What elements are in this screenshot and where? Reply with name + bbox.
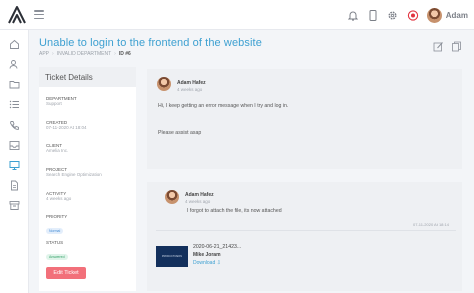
inbox-icon[interactable] [8, 139, 21, 152]
avatar [165, 190, 179, 204]
attachment-user: Mike Joram [193, 252, 221, 258]
tablet-icon[interactable] [367, 9, 379, 21]
menu-icon[interactable] [34, 10, 44, 19]
document-icon[interactable] [8, 179, 21, 192]
bell-icon[interactable] [347, 9, 359, 21]
monitor-icon[interactable] [8, 159, 21, 172]
field-department: DEPARTMENT Support [46, 96, 77, 107]
gear-icon[interactable] [387, 9, 399, 21]
message-author: Adam Hafez [177, 80, 206, 86]
users-icon[interactable] [8, 58, 21, 71]
avatar [157, 77, 171, 91]
field-activity: ACTIVITY 4 weeks ago [46, 191, 71, 202]
field-value: Amelia Inc. [46, 148, 69, 153]
status-badge: Answered [46, 254, 68, 260]
edit-ticket-button[interactable]: Edit Ticket [46, 267, 86, 279]
divider [156, 230, 456, 231]
message-text: Please assist asap [158, 130, 202, 136]
field-project: PROJECT Search Engine Optimization [46, 167, 102, 178]
record-icon[interactable] [407, 9, 419, 21]
attachment-thumbnail[interactable]: PRODUCTIVEON [156, 246, 188, 267]
archive-icon[interactable] [8, 199, 21, 212]
breadcrumb-app[interactable]: APP [39, 51, 49, 57]
logo-icon[interactable] [6, 4, 28, 26]
page-title: Unable to login to the frontend of the w… [39, 37, 262, 49]
field-created: CREATED 07-11-2020 At 18:04 [46, 120, 86, 131]
message-text: Hi, I keep getting an error message when… [158, 103, 289, 109]
copy-icon[interactable] [450, 40, 462, 52]
message-card: Adam Hafez 4 weeks ago I forgot to attac… [147, 182, 462, 291]
message-time: 4 weeks ago [185, 199, 211, 204]
sidebar [0, 30, 29, 293]
field-value: 07-11-2020 At 18:04 [46, 125, 87, 130]
field-value: Search Engine Optimization [46, 172, 102, 177]
attachment-thumb-text: PRODUCTIVEON [161, 255, 183, 258]
folder-icon[interactable] [8, 78, 21, 91]
breadcrumb-separator: › [52, 51, 54, 57]
field-label: PRIORITY [46, 214, 68, 219]
breadcrumb: APP › INVALID DEPARTMENT › ID #6 [39, 51, 131, 57]
download-link[interactable]: Download ⇩ [193, 260, 221, 266]
list-icon[interactable] [8, 98, 21, 111]
breadcrumb-current: ID #6 [118, 51, 131, 57]
message-text: I forgot to attach the file, its now att… [187, 208, 282, 214]
message-card: Adam Hafez 4 weeks ago Hi, I keep gettin… [147, 69, 462, 169]
field-client: CLIENT Amelia Inc. [46, 143, 68, 154]
top-bar: Adam [0, 0, 474, 30]
field-value: 4 weeks ago [46, 196, 72, 201]
avatar[interactable] [426, 7, 442, 23]
edit-icon[interactable] [432, 40, 444, 52]
attachment-name[interactable]: 2020-06-21_21423... [193, 244, 241, 250]
field-status: STATUS Answered [46, 240, 68, 263]
message-date: 07-11-2020 At 18:14 [413, 222, 449, 227]
phone-icon[interactable] [8, 119, 21, 132]
field-value: Support [46, 101, 62, 106]
user-name[interactable]: Adam [446, 11, 468, 20]
priority-badge: Normal [46, 228, 64, 234]
home-icon[interactable] [8, 38, 21, 51]
breadcrumb-department[interactable]: INVALID DEPARTMENT [57, 51, 111, 57]
message-author: Adam Hafez [185, 192, 214, 198]
ticket-details-title: Ticket Details [39, 67, 136, 87]
field-priority: PRIORITY Normal [46, 214, 67, 237]
breadcrumb-separator: › [114, 51, 116, 57]
ticket-details-card: Ticket Details DEPARTMENT Support CREATE… [39, 67, 136, 291]
message-time: 4 weeks ago [177, 87, 203, 92]
field-label: STATUS [46, 240, 64, 245]
